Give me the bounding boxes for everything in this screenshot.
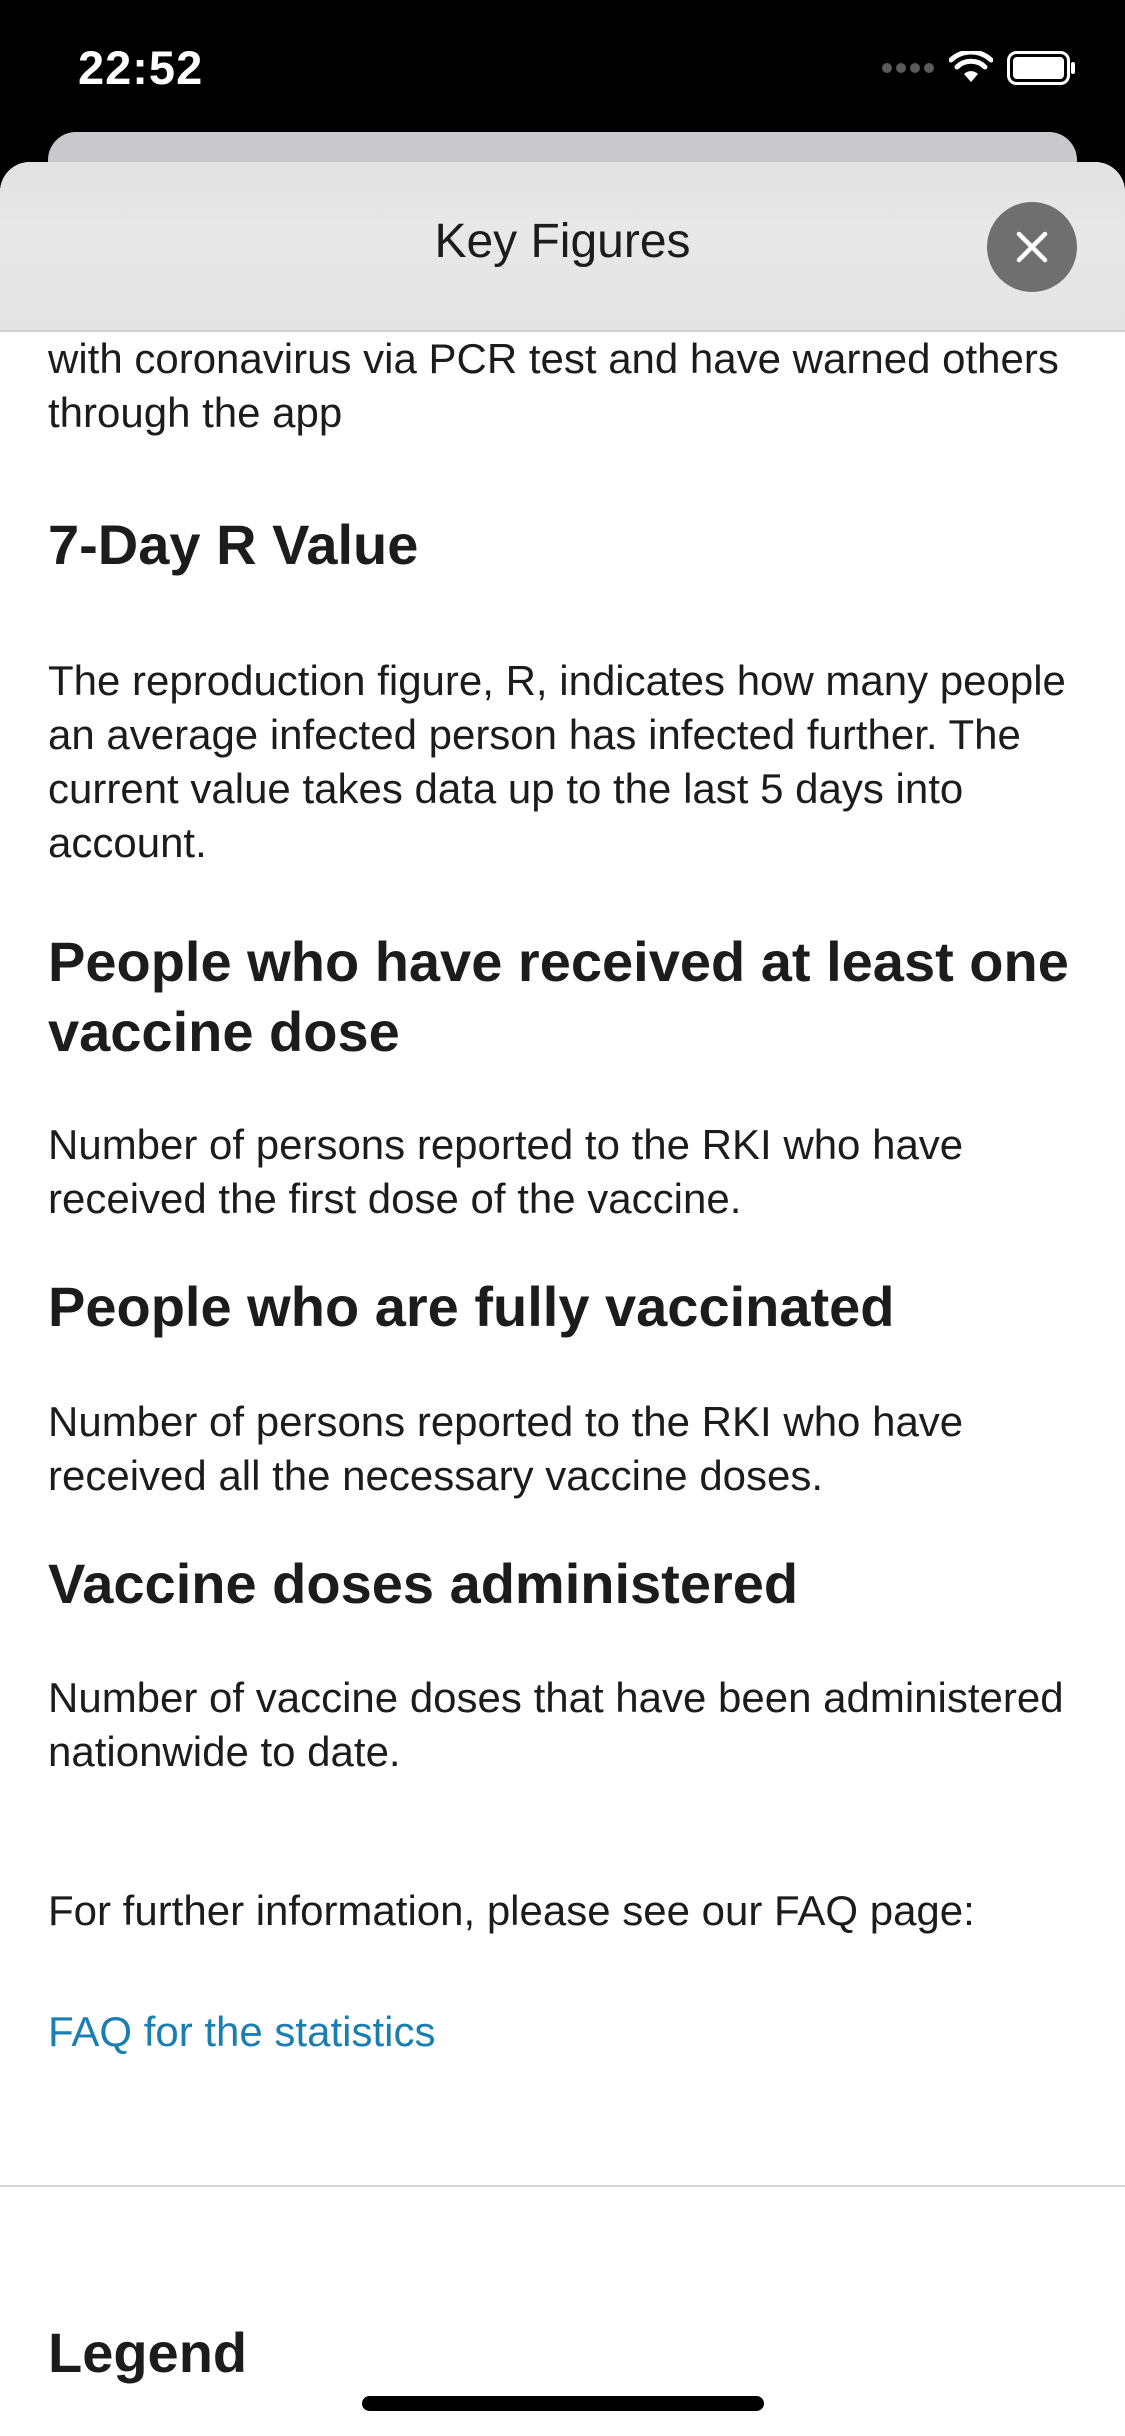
home-indicator[interactable] [362,2396,764,2411]
key-figures-sheet: Key Figures with coronavirus via PCR tes… [0,162,1125,2436]
battery-icon [1007,50,1077,90]
faq-link[interactable]: FAQ for the statistics [48,2005,435,2059]
close-icon [1016,231,1048,263]
first-dose-text: Number of persons reported to the RKI wh… [48,1121,964,1222]
wifi-icon [948,49,994,90]
doses-administered-heading: Vaccine doses administered [48,1552,799,1615]
faq-info-text: For further information, please see our … [48,1887,975,1934]
r-value-text: The reproduction figure, R, indicates ho… [48,657,1066,866]
status-time: 22:52 [78,41,204,94]
doses-administered-text: Number of vaccine doses that have been a… [48,1674,1064,1775]
r-value-heading: 7-Day R Value [48,513,419,576]
page-title: Key Figures [434,215,691,268]
legend-heading: Legend [48,2321,248,2384]
status-icons [881,49,1077,90]
close-button[interactable] [987,202,1077,292]
status-bar: 22:52 [0,0,1125,135]
first-dose-heading: People who have received at least one va… [48,930,1069,1063]
section-divider [0,2185,1125,2187]
sheet-header: Key Figures [0,162,1125,332]
intro-text: with coronavirus via PCR test and have w… [48,335,1059,436]
cellular-signal-icon [881,61,935,80]
fully-vaccinated-heading: People who are fully vaccinated [48,1275,895,1338]
fully-vaccinated-text: Number of persons reported to the RKI wh… [48,1398,964,1499]
